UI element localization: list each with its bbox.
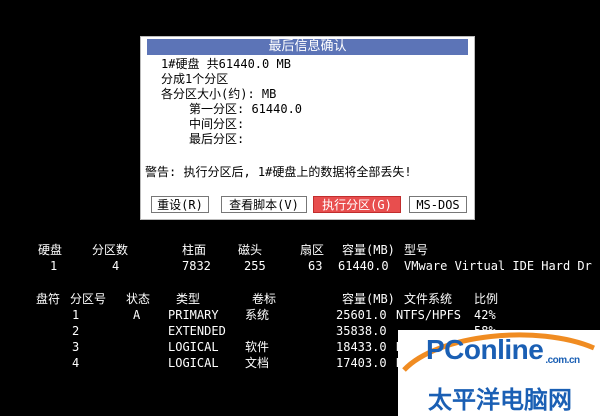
disk-header-heads: 磁头 <box>238 243 263 257</box>
part-cell-capacity: 17403.0 <box>336 356 387 370</box>
part-cell-type: LOGICAL <box>168 340 219 354</box>
pconline-logo: PConline .com.cn 太平洋电脑网 <box>398 330 600 416</box>
execute-partition-button[interactable]: 执行分区(G) <box>313 196 401 213</box>
part-header-capacity: 容量(MB) <box>342 292 395 306</box>
logo-chinese-name: 太平洋电脑网 <box>428 386 572 414</box>
disk-header-model: 型号 <box>404 243 429 257</box>
confirm-dialog: 最后信息确认 1#硬盘 共61440.0 MB 分成1个分区 各分区大小(约):… <box>140 36 475 220</box>
disk-header-capacity: 容量(MB) <box>342 243 395 257</box>
part-header-type: 类型 <box>176 292 201 306</box>
part-cell-capacity: 25601.0 <box>336 308 387 322</box>
middle-partition: 中间分区: <box>189 117 245 131</box>
part-cell-number: 3 <box>72 340 80 354</box>
disk-cell-heads: 255 <box>244 259 266 273</box>
disk-cell-capacity: 61440.0 <box>338 259 389 273</box>
logo-tld: .com.cn <box>545 355 580 366</box>
disk-header-disk: 硬盘 <box>38 243 63 257</box>
last-partition: 最后分区: <box>189 132 245 146</box>
part-cell-ratio: 42% <box>474 308 496 322</box>
disk-cell-sectors: 63 <box>308 259 323 273</box>
disk-header-sectors: 扇区 <box>300 243 325 257</box>
disk-header-cylinders: 柱面 <box>182 243 207 257</box>
part-header-ratio: 比例 <box>474 292 499 306</box>
part-cell-capacity: 18433.0 <box>336 340 387 354</box>
part-cell-label: 软件 <box>245 340 270 354</box>
part-cell-capacity: 35838.0 <box>336 324 387 338</box>
part-cell-type: LOGICAL <box>168 356 219 370</box>
part-cell-type: EXTENDED <box>168 324 226 338</box>
part-header-status: 状态 <box>126 292 151 306</box>
disk-cell-disk: 1 <box>50 259 58 273</box>
first-partition: 第一分区: 61440.0 <box>189 102 303 116</box>
disk-header-partitions: 分区数 <box>92 243 129 257</box>
part-cell-type: PRIMARY <box>168 308 219 322</box>
view-script-button[interactable]: 查看脚本(V) <box>221 196 307 213</box>
dialog-title: 最后信息确认 <box>147 39 468 55</box>
logo-brand: PConline .com.cn <box>426 334 580 366</box>
part-cell-filesystem: NTFS/HPFS <box>396 308 462 322</box>
part-cell-label: 文档 <box>245 356 270 370</box>
part-header-number: 分区号 <box>70 292 107 306</box>
part-cell-number: 1 <box>72 308 80 322</box>
part-header-filesystem: 文件系统 <box>404 292 453 306</box>
part-cell-number: 2 <box>72 324 80 338</box>
part-header-label: 卷标 <box>252 292 277 306</box>
reset-button[interactable]: 重设(R) <box>151 196 209 213</box>
partition-size-label: 各分区大小(约): MB <box>161 87 277 101</box>
part-cell-status: A <box>133 308 141 322</box>
ms-dos-button[interactable]: MS-DOS <box>409 196 467 213</box>
partition-count: 分成1个分区 <box>161 72 229 86</box>
disk-cell-cylinders: 7832 <box>182 259 211 273</box>
logo-brand-text: PConline <box>426 334 544 365</box>
disk-summary: 1#硬盘 共61440.0 MB <box>161 57 291 71</box>
warning-text: 警告: 执行分区后, 1#硬盘上的数据将全部丢失! <box>145 165 412 179</box>
disk-cell-partitions: 4 <box>112 259 120 273</box>
part-header-drive: 盘符 <box>36 292 61 306</box>
part-cell-number: 4 <box>72 356 80 370</box>
disk-cell-model: VMware Virtual IDE Hard Dr <box>404 259 592 273</box>
part-cell-label: 系统 <box>245 308 270 322</box>
